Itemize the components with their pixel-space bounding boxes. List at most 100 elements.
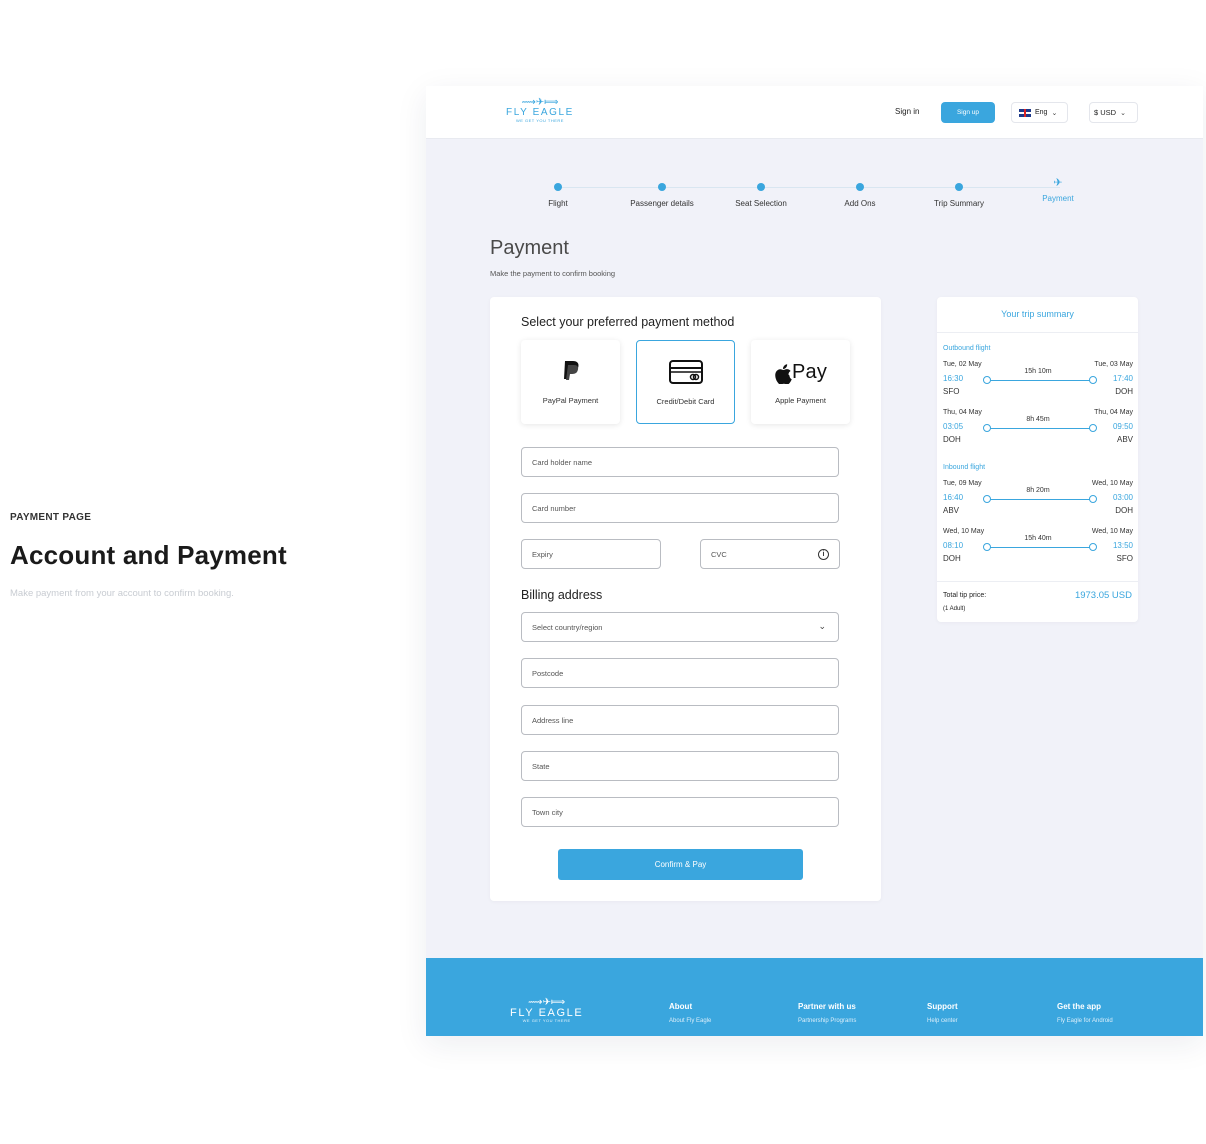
destination-airport: ABV [1116, 435, 1133, 444]
postcode-field[interactable]: Postcode [521, 658, 839, 688]
step-seat-selection[interactable]: Seat Selection [711, 181, 811, 208]
card-holder-field[interactable]: Card holder name [521, 447, 839, 477]
paypal-option[interactable]: PayPal Payment [521, 340, 620, 424]
departure-time: 16:30 [943, 374, 964, 383]
uk-flag-icon [1019, 108, 1031, 117]
origin-airport: SFO [943, 387, 960, 396]
departure-time: 08:10 [943, 541, 964, 550]
country-select[interactable]: Select country/region ⌄ [521, 612, 839, 642]
footer: ⟿✈⟾ FLY EAGLE WE GET YOU THERE About Abo… [426, 958, 1203, 1036]
departure-date: Tue, 02 May [943, 361, 982, 368]
outbound-label: Outbound flight [943, 345, 991, 352]
footer-logo[interactable]: ⟿✈⟾ FLY EAGLE WE GET YOU THERE [510, 998, 583, 1024]
route-end-dot [1089, 543, 1097, 551]
caption-kicker: PAYMENT PAGE [10, 512, 92, 523]
step-label: Payment [1042, 194, 1074, 203]
address-placeholder: Address line [532, 715, 574, 725]
divider [937, 581, 1138, 582]
signin-link[interactable]: Sign in [895, 107, 919, 116]
destination-airport: SFO [1116, 554, 1133, 563]
info-icon[interactable]: i [818, 549, 829, 560]
departure-time: 16:40 [943, 493, 964, 502]
caption-description: Make payment from your account to confir… [10, 588, 234, 599]
expiry-field[interactable]: Expiry [521, 539, 661, 569]
step-label: Seat Selection [735, 199, 787, 208]
route-end-dot [1089, 424, 1097, 432]
currency-value: $ USD [1094, 108, 1117, 117]
confirm-pay-button[interactable]: Confirm & Pay [558, 849, 803, 880]
step-dot [757, 183, 765, 191]
arrival-date: Wed, 10 May [1091, 480, 1133, 487]
footer-column-partner: Partner with us Partnership Programs [798, 1002, 856, 1024]
payment-method-label: PayPal Payment [542, 396, 599, 405]
summary-title: Your trip summary [1001, 309, 1074, 319]
flight-leg: Tue, 09 May Wed, 10 May 16:40 03:00 ABV … [943, 480, 1133, 522]
chevron-down-icon: ⌄ [1051, 109, 1058, 117]
footer-link[interactable]: Help center [927, 1018, 958, 1024]
currency-select[interactable]: $ USD ⌄ [1089, 102, 1138, 123]
flight-leg: Wed, 10 May Wed, 10 May 08:10 13:50 DOH … [943, 528, 1133, 570]
chevron-down-icon: ⌄ [818, 621, 826, 631]
language-value: Eng [1035, 109, 1048, 116]
arrival-date: Thu, 04 May [1094, 409, 1133, 416]
language-select[interactable]: Eng ⌄ [1011, 102, 1068, 123]
destination-airport: DOH [1115, 506, 1133, 515]
payment-method-label: Apple Payment [775, 396, 826, 405]
footer-link[interactable]: Partnership Programs [798, 1018, 856, 1024]
footer-link[interactable]: About Fly Eagle [669, 1018, 711, 1024]
page-subtitle: Make the payment to confirm booking [490, 269, 616, 278]
address-line-field[interactable]: Address line [521, 705, 839, 735]
town-city-field[interactable]: Town city [521, 797, 839, 827]
credit-card-option[interactable]: Credit/Debit Card [636, 340, 735, 424]
step-label: Passenger details [630, 199, 694, 208]
step-trip-summary[interactable]: Trip Summary [909, 181, 1009, 208]
flight-duration: 8h 20m [1026, 487, 1050, 494]
trip-summary-card: Your trip summary Outbound flight Tue, 0… [937, 297, 1138, 622]
total-label: Total tip price: [943, 592, 987, 599]
brand-logo[interactable]: ⟿✈⟾ FLY EAGLE WE GET YOU THERE [506, 98, 574, 124]
step-add-ons[interactable]: Add Ons [810, 181, 910, 208]
footer-column-about: About About Fly Eagle [669, 1002, 711, 1024]
total-price: 1973.05 USD [1074, 590, 1132, 601]
state-field[interactable]: State [521, 751, 839, 781]
destination-airport: DOH [1115, 387, 1133, 396]
passenger-count: (1 Adult) [943, 606, 966, 612]
step-payment[interactable]: ✈ Payment [1008, 178, 1108, 204]
cvc-field[interactable]: CVC i [700, 539, 840, 569]
flight-leg: Thu, 04 May Thu, 04 May 03:05 09:50 DOH … [943, 409, 1133, 451]
divider [937, 332, 1138, 333]
footer-heading: Partner with us [798, 1002, 856, 1011]
credit-card-icon [637, 341, 734, 385]
step-label: Flight [548, 199, 568, 208]
route-start-dot [983, 424, 991, 432]
footer-column-support: Support Help center [927, 1002, 958, 1024]
card-number-placeholder: Card number [532, 503, 576, 513]
route-line [987, 547, 1093, 548]
origin-airport: ABV [943, 506, 960, 515]
step-label: Trip Summary [934, 199, 984, 208]
postcode-placeholder: Postcode [532, 668, 564, 678]
footer-link[interactable]: Fly Eagle for Android [1057, 1018, 1113, 1024]
card-number-field[interactable]: Card number [521, 493, 839, 523]
origin-airport: DOH [943, 554, 961, 563]
expiry-placeholder: Expiry [532, 549, 553, 559]
departure-date: Tue, 09 May [943, 480, 982, 487]
origin-airport: DOH [943, 435, 961, 444]
arrival-date: Tue, 03 May [1094, 361, 1133, 368]
step-passenger-details[interactable]: Passenger details [612, 181, 712, 208]
route-end-dot [1089, 376, 1097, 384]
page-title: Payment [490, 237, 569, 259]
town-placeholder: Town city [532, 807, 563, 817]
paypal-icon [521, 340, 620, 384]
signup-button[interactable]: Sign up [941, 102, 995, 123]
step-dot [856, 183, 864, 191]
step-flight[interactable]: Flight [508, 181, 608, 208]
payment-method-label: Credit/Debit Card [656, 397, 715, 406]
arrival-time: 17:40 [1112, 374, 1133, 383]
app-frame: ⟿✈⟾ FLY EAGLE WE GET YOU THERE Sign in S… [426, 86, 1203, 1036]
chevron-down-icon: ⌄ [1120, 109, 1126, 117]
brand-name: FLY EAGLE [506, 107, 574, 118]
flight-duration: 15h 10m [1024, 368, 1052, 375]
apple-pay-option[interactable]: Pay Apple Payment [751, 340, 850, 424]
brand-tagline: WE GET YOU THERE [515, 118, 564, 123]
